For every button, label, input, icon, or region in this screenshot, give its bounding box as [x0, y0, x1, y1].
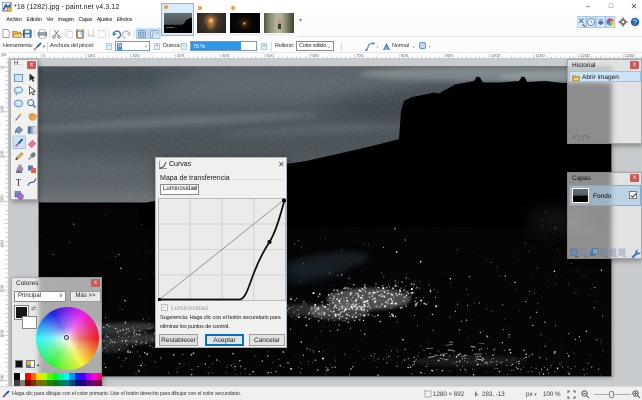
svg-text:300: 300	[0, 195, 5, 203]
svg-text:1300: 1300	[625, 53, 636, 58]
svg-text:?: ?	[633, 20, 637, 27]
svg-text:700: 700	[356, 53, 364, 58]
svg-text:0: 0	[43, 53, 46, 58]
svg-text:700: 700	[0, 374, 5, 382]
svg-text:0: 0	[0, 66, 5, 69]
svg-text:200: 200	[132, 53, 140, 58]
svg-text:600: 600	[311, 53, 319, 58]
svg-text:1000: 1000	[490, 53, 501, 58]
svg-text:800: 800	[401, 53, 409, 58]
svg-text:400: 400	[222, 53, 230, 58]
svg-text:500: 500	[266, 53, 274, 58]
svg-text:1200: 1200	[580, 53, 591, 58]
svg-text:100: 100	[0, 105, 5, 113]
svg-text:T: T	[16, 178, 22, 188]
svg-text:600: 600	[0, 329, 5, 337]
svg-text:200: 200	[0, 150, 5, 158]
svg-text:100: 100	[87, 53, 95, 58]
svg-text:300: 300	[177, 53, 185, 58]
svg-text:500: 500	[0, 284, 5, 292]
svg-text:400: 400	[0, 240, 5, 248]
svg-text:900: 900	[446, 53, 454, 58]
svg-text:1100: 1100	[535, 53, 545, 58]
